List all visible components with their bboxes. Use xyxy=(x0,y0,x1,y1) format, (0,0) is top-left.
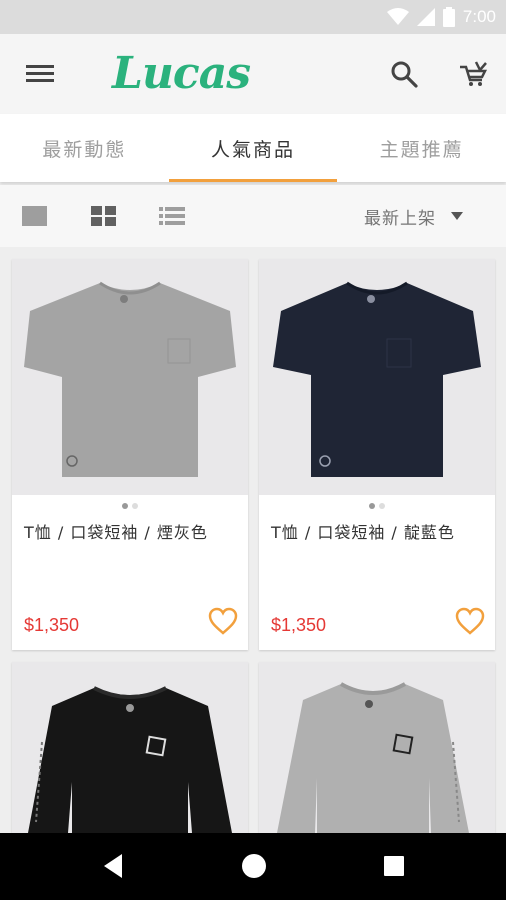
hamburger-menu-icon[interactable] xyxy=(26,60,56,88)
image-pager xyxy=(259,503,495,509)
tshirt-navy-image xyxy=(273,281,481,477)
app-bar: Lucas xyxy=(0,34,506,114)
product-name: T恤 / 口袋短袖 / 煙灰色 xyxy=(24,523,208,542)
view-options-bar: 最新上架 xyxy=(0,185,506,247)
sort-dropdown[interactable]: 最新上架 xyxy=(364,201,464,231)
product-image[interactable] xyxy=(12,259,248,495)
status-bar: 7:00 xyxy=(0,0,506,34)
tab-featured-themes[interactable]: 主題推薦 xyxy=(337,114,506,182)
heart-icon[interactable] xyxy=(208,607,238,635)
search-icon[interactable] xyxy=(390,60,418,88)
tab-latest-news[interactable]: 最新動態 xyxy=(0,114,169,182)
product-image[interactable] xyxy=(12,662,248,833)
cart-icon[interactable] xyxy=(458,60,488,88)
tab-popular-products[interactable]: 人氣商品 xyxy=(168,114,338,182)
heart-icon[interactable] xyxy=(455,607,485,635)
product-image[interactable] xyxy=(259,662,495,833)
recent-apps-icon[interactable] xyxy=(383,853,405,879)
sort-label: 最新上架 xyxy=(364,208,436,229)
product-card[interactable] xyxy=(259,662,495,833)
product-name: T恤 / 口袋短袖 / 靛藍色 xyxy=(271,523,455,542)
category-tabs: 最新動態 人氣商品 主題推薦 xyxy=(0,114,506,182)
product-price: $1,350 xyxy=(24,615,80,635)
sweatshirt-black-image xyxy=(28,686,232,833)
product-card[interactable]: T恤 / 口袋短袖 / 靛藍色 $1,350 xyxy=(259,259,495,650)
product-price: $1,350 xyxy=(271,615,327,635)
status-time: 7:00 xyxy=(462,7,496,26)
product-image[interactable] xyxy=(259,259,495,495)
home-icon[interactable] xyxy=(241,853,267,879)
app-logo: Lucas xyxy=(112,48,251,99)
product-card[interactable]: T恤 / 口袋短袖 / 煙灰色 $1,350 xyxy=(12,259,248,650)
battery-icon xyxy=(442,7,455,27)
list-view-icon[interactable] xyxy=(159,204,185,228)
single-view-icon[interactable] xyxy=(22,204,48,228)
image-pager xyxy=(12,503,248,509)
cell-signal-icon xyxy=(416,8,435,26)
wifi-icon xyxy=(386,8,409,25)
tshirt-gray-image xyxy=(24,281,236,477)
dropdown-arrow-icon xyxy=(451,212,463,220)
back-icon[interactable] xyxy=(102,853,124,879)
product-card[interactable] xyxy=(12,662,248,833)
system-navigation-bar xyxy=(0,833,506,900)
sweatshirt-gray-image xyxy=(277,682,469,833)
grid-view-icon[interactable] xyxy=(91,204,117,228)
